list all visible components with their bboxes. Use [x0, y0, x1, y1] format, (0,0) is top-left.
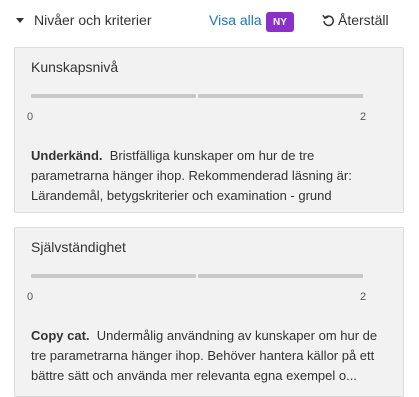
reset-label: Återställ [338, 12, 389, 28]
level-slider[interactable] [31, 274, 363, 278]
criterion-title: Kunskapsnivå [31, 59, 119, 75]
slider-segment[interactable] [31, 94, 196, 98]
caret-down-icon [16, 17, 24, 23]
slider-max-label: 2 [360, 291, 367, 303]
reset-icon [322, 14, 334, 26]
level-name: Copy cat. [31, 328, 90, 343]
criterion-description: Copy cat. Undermålig användning av kunsk… [31, 326, 395, 386]
slider-segment[interactable] [198, 274, 363, 278]
new-badge: NY [266, 12, 294, 32]
criteria-header: Nivåer och kriterier Visa alla NY Återst… [0, 0, 419, 44]
slider-segment[interactable] [31, 274, 196, 278]
criterion-title: Självständighet [31, 239, 126, 255]
criterion-card-knowledge: Kunskapsnivå 0 2 Underkänd. Bristfälliga… [14, 47, 404, 213]
criterion-description: Underkänd. Bristfälliga kunskaper om hur… [31, 146, 395, 206]
level-slider[interactable] [31, 94, 363, 98]
level-name: Underkänd. [31, 148, 103, 163]
reset-button[interactable]: Återställ [322, 12, 389, 28]
slider-min-label: 0 [27, 111, 34, 123]
slider-segment[interactable] [198, 94, 363, 98]
slider-min-label: 0 [27, 291, 34, 303]
show-all-link[interactable]: Visa alla [209, 12, 262, 28]
header-title: Nivåer och kriterier [34, 12, 152, 28]
collapse-toggle[interactable]: Nivåer och kriterier [16, 12, 151, 28]
slider-max-label: 2 [360, 111, 367, 123]
criterion-card-independence: Självständighet 0 2 Copy cat. Undermålig… [14, 227, 404, 397]
